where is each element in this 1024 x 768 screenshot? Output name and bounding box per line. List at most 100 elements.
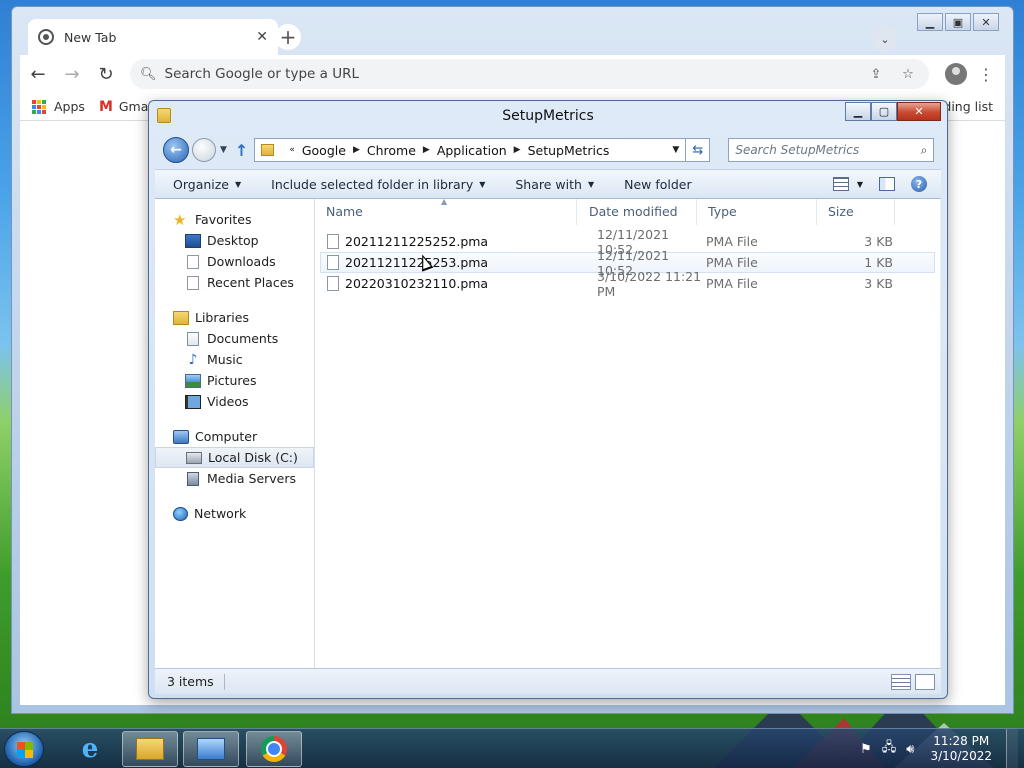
minimize-button[interactable]: ▁ <box>845 102 871 121</box>
tab-search-button[interactable]: ⌄ <box>872 26 898 52</box>
clock[interactable]: 11:28 PM 3/10/2022 <box>930 734 992 764</box>
search-icon: ⌕ <box>920 142 928 157</box>
volume-icon[interactable]: 🔊︎ <box>906 742 914 757</box>
recent-places-icon <box>187 275 199 290</box>
recent-pages-dropdown[interactable]: ▼ <box>220 145 227 155</box>
downloads-icon <box>187 254 199 269</box>
view-list-icon <box>832 177 849 191</box>
large-icons-view-icon[interactable] <box>915 673 935 690</box>
preview-pane-icon[interactable] <box>879 177 895 191</box>
nav-libraries[interactable]: Libraries <box>155 307 314 328</box>
column-date-modified[interactable]: Date modified <box>577 198 697 225</box>
nav-videos[interactable]: Videos <box>155 391 314 412</box>
clock-date: 3/10/2022 <box>930 749 992 763</box>
nav-media-servers[interactable]: Media Servers <box>155 468 314 489</box>
nav-recent-places[interactable]: Recent Places <box>155 272 314 293</box>
status-bar: 3 items <box>155 668 941 694</box>
close-window-button[interactable]: ✕ <box>973 13 999 31</box>
forward-button[interactable] <box>192 138 216 162</box>
breadcrumb-setupmetrics[interactable]: SetupMetrics <box>528 143 610 158</box>
file-row[interactable]: 20220310232110.pma 3/10/2022 11:21 PM PM… <box>320 269 935 299</box>
include-in-library-button[interactable]: Include selected folder in library ▼ <box>271 177 485 192</box>
share-icon[interactable]: ⇪ <box>865 67 887 82</box>
desktop-icon <box>185 233 201 248</box>
maximize-button[interactable]: ▢ <box>871 102 897 121</box>
pictures-icon <box>185 373 201 388</box>
star-icon: ★ <box>173 210 187 229</box>
show-desktop-button[interactable] <box>1006 729 1018 768</box>
taskbar-windows-explorer[interactable] <box>122 731 178 767</box>
address-dropdown-icon[interactable]: ▼ <box>672 145 679 155</box>
breadcrumb-application[interactable]: Application <box>437 143 507 158</box>
search-icon: 🔍︎ <box>140 66 157 82</box>
organize-button[interactable]: Organize ▼ <box>173 177 241 192</box>
refresh-button[interactable]: ⇆ <box>686 138 711 162</box>
nav-favorites[interactable]: ★ Favorites <box>155 209 314 230</box>
back-button[interactable]: ← <box>163 137 189 163</box>
network-tray-icon[interactable]: 🖧︎ <box>882 738 897 760</box>
file-name: 20211211225253.pma <box>345 255 489 270</box>
change-view-button[interactable]: ▼ <box>832 177 863 191</box>
gmail-icon: M <box>98 98 113 115</box>
nav-documents[interactable]: Documents <box>155 328 314 349</box>
details-view-icon[interactable] <box>891 673 911 690</box>
overflow-chevron-icon[interactable]: « <box>289 145 295 155</box>
nav-computer[interactable]: Computer <box>155 426 314 447</box>
chevron-right-icon[interactable]: ▶ <box>353 145 360 155</box>
back-button[interactable]: ← <box>22 58 54 90</box>
action-center-flag-icon[interactable]: ⚑ <box>860 742 872 757</box>
file-icon <box>327 234 339 249</box>
new-folder-button[interactable]: New folder <box>624 177 692 192</box>
videos-icon <box>185 394 201 409</box>
nav-music[interactable]: ♪ Music <box>155 349 314 370</box>
taskbar-internet-explorer[interactable]: e <box>62 731 118 767</box>
sort-ascending-icon: ▲ <box>441 197 448 206</box>
profile-avatar[interactable] <box>945 63 967 85</box>
restore-button[interactable]: ▣ <box>945 13 971 31</box>
forward-button[interactable]: → <box>56 58 88 90</box>
breadcrumb-google[interactable]: Google <box>302 143 346 158</box>
bookmark-star-icon[interactable]: ☆ <box>897 67 919 82</box>
column-type[interactable]: Type <box>697 198 817 225</box>
new-tab-button[interactable]: + <box>275 24 301 50</box>
explorer-window-controls: ▁ ▢ ✕ <box>845 102 941 121</box>
chrome-menu-icon[interactable]: ⋮ <box>975 65 997 84</box>
navigation-bar: ← ▼ ↑ « Google ▶ Chrome ▶ Application ▶ … <box>163 135 939 165</box>
file-date: 3/10/2022 11:21 PM <box>597 268 702 299</box>
search-placeholder: Search SetupMetrics <box>735 143 860 157</box>
close-tab-icon[interactable]: ✕ <box>256 29 268 45</box>
column-headers: ▲ Name Date modified Type Size <box>315 197 941 225</box>
up-arrow-icon[interactable]: ↑ <box>235 141 248 160</box>
share-with-button[interactable]: Share with ▼ <box>515 177 594 192</box>
taskbar-remote-desktop[interactable] <box>183 731 239 767</box>
address-bar[interactable]: « Google ▶ Chrome ▶ Application ▶ SetupM… <box>254 138 687 162</box>
reload-button[interactable]: ↻ <box>90 58 122 90</box>
minimize-button[interactable]: ▁ <box>917 13 943 31</box>
folder-icon <box>261 144 275 156</box>
tab-new-tab[interactable]: New Tab ✕ <box>28 19 278 55</box>
close-button[interactable]: ✕ <box>897 102 941 121</box>
chevron-right-icon[interactable]: ▶ <box>514 145 521 155</box>
nav-downloads[interactable]: Downloads <box>155 251 314 272</box>
documents-icon <box>187 331 199 346</box>
help-icon[interactable]: ? <box>911 176 927 192</box>
omnibox-placeholder: Search Google or type a URL <box>164 66 359 82</box>
bookmark-apps[interactable]: Apps <box>32 99 85 114</box>
search-input[interactable]: Search SetupMetrics ⌕ <box>728 138 935 162</box>
nav-desktop[interactable]: Desktop <box>155 230 314 251</box>
omnibox[interactable]: 🔍︎ Search Google or type a URL ⇪ ☆ <box>130 59 929 89</box>
navigation-pane: ★ Favorites Desktop Downloads Recent Plac… <box>155 199 315 668</box>
chevron-right-icon[interactable]: ▶ <box>423 145 430 155</box>
bookmark-gmail[interactable]: M Gmail <box>99 99 155 115</box>
nav-network[interactable]: Network <box>155 503 314 524</box>
network-icon <box>173 506 188 521</box>
nav-local-disk[interactable]: Local Disk (C:) <box>155 447 314 468</box>
taskbar-chrome[interactable] <box>246 731 302 767</box>
nav-pictures[interactable]: Pictures <box>155 370 314 391</box>
breadcrumb-chrome[interactable]: Chrome <box>367 143 416 158</box>
chrome-toolbar: ← → ↻ 🔍︎ Search Google or type a URL ⇪ ☆… <box>20 55 1005 93</box>
windows-explorer-icon <box>136 738 164 760</box>
column-size[interactable]: Size <box>817 198 895 225</box>
internet-explorer-icon: e <box>81 734 99 764</box>
start-button[interactable] <box>4 731 44 767</box>
